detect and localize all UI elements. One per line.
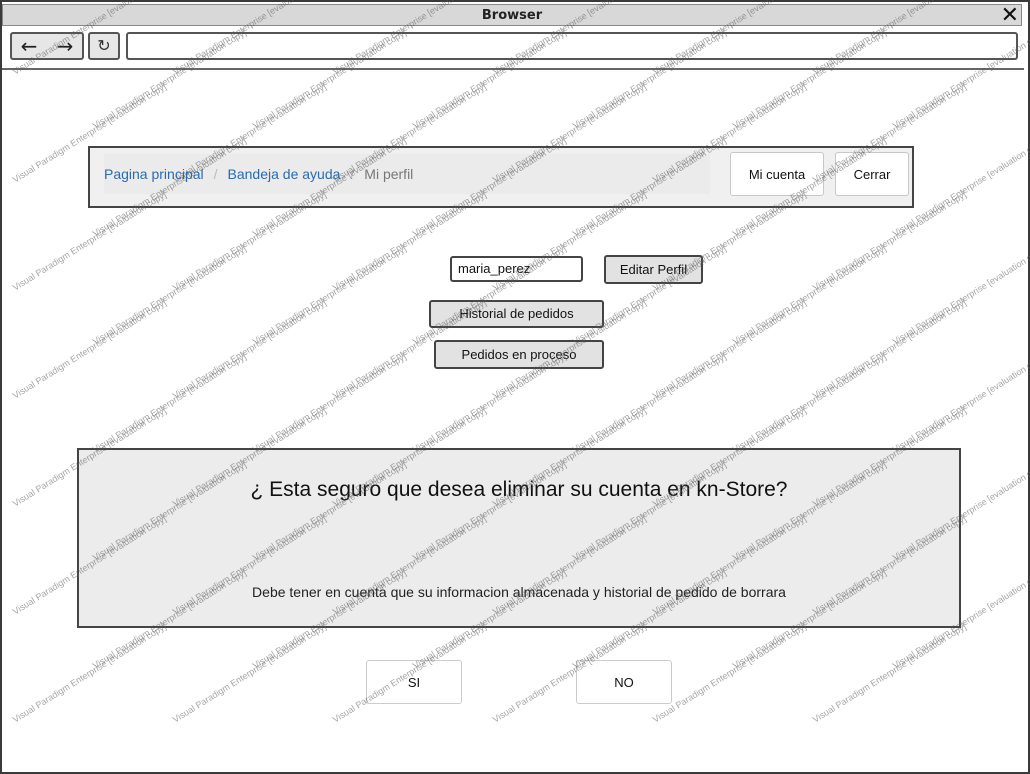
reload-icon[interactable]: ↻ <box>88 32 120 60</box>
cancel-no-button[interactable]: NO <box>576 660 672 704</box>
browser-toolbar: ← → ↻ <box>6 30 1024 66</box>
dialog-warning-note: Debe tener en cuenta que su informacion … <box>252 584 786 600</box>
browser-window <box>0 0 1030 774</box>
back-arrow-icon[interactable]: ← <box>14 34 44 58</box>
username-field[interactable]: maria_perez <box>450 256 583 282</box>
orders-in-process-button[interactable]: Pedidos en proceso <box>434 340 604 369</box>
address-bar[interactable] <box>126 32 1018 60</box>
window-title: Browser <box>481 8 543 23</box>
toolbar-divider <box>2 68 1024 70</box>
edit-profile-button[interactable]: Editar Perfil <box>604 255 703 284</box>
breadcrumb-home-link[interactable]: Pagina principal <box>104 166 204 182</box>
breadcrumb: Pagina principal / Bandeja de ayuda / Mi… <box>104 154 710 194</box>
close-icon[interactable]: ✕ <box>1001 5 1019 27</box>
history-nav-group: ← → <box>10 32 84 60</box>
breadcrumb-help-link[interactable]: Bandeja de ayuda <box>228 166 341 182</box>
breadcrumb-current: Mi perfil <box>364 166 414 182</box>
window-titlebar: Browser ✕ <box>2 4 1022 27</box>
forward-arrow-icon[interactable]: → <box>50 34 80 58</box>
delete-account-dialog: ¿ Esta seguro que desea eliminar su cuen… <box>77 448 961 628</box>
breadcrumb-separator: / <box>350 166 355 182</box>
logout-button[interactable]: Cerrar <box>835 152 909 196</box>
my-account-button[interactable]: Mi cuenta <box>730 152 824 196</box>
site-navbar: Pagina principal / Bandeja de ayuda / Mi… <box>88 146 914 208</box>
confirm-yes-button[interactable]: SI <box>366 660 462 704</box>
order-history-button[interactable]: Historial de pedidos <box>429 300 604 328</box>
breadcrumb-separator: / <box>213 166 218 182</box>
dialog-question: ¿ Esta seguro que desea eliminar su cuen… <box>250 478 788 501</box>
